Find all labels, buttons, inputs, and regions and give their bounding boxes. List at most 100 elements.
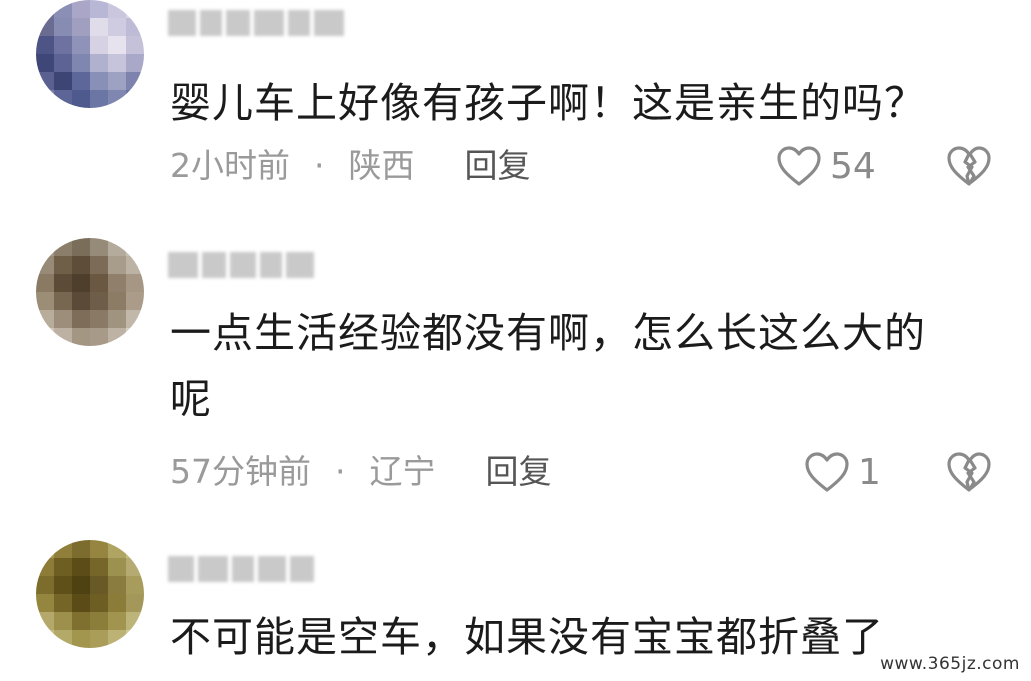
reply-button[interactable]: 回复 [486, 450, 552, 494]
avatar-pixel [36, 90, 54, 108]
avatar[interactable] [36, 0, 144, 108]
avatar-pixel [54, 540, 72, 558]
avatar-pixel [72, 310, 90, 328]
broken-heart-icon[interactable] [946, 451, 992, 493]
avatar-pixel [54, 594, 72, 612]
avatar-pixel [108, 328, 126, 346]
avatar-pixel [54, 310, 72, 328]
avatar-pixel [72, 90, 90, 108]
avatar-pixel [126, 256, 144, 274]
avatar-pixel [72, 540, 90, 558]
avatar-pixel [36, 540, 54, 558]
avatar-pixel [54, 256, 72, 274]
avatar-pixel [72, 612, 90, 630]
avatar-pixel [72, 594, 90, 612]
avatar-pixel [108, 540, 126, 558]
avatar-pixel [126, 328, 144, 346]
reply-button[interactable]: 回复 [465, 144, 531, 188]
avatar-pixel [72, 292, 90, 310]
avatar-pixel [54, 18, 72, 36]
avatar-pixel [108, 256, 126, 274]
avatar-pixel [54, 54, 72, 72]
avatar-pixel [54, 36, 72, 54]
comment-time: 2小时前 [170, 146, 290, 185]
avatar-pixel [54, 576, 72, 594]
avatar-pixel [54, 274, 72, 292]
like-count: 54 [830, 145, 876, 187]
avatar-pixel [72, 36, 90, 54]
avatar-pixel [126, 18, 144, 36]
username-blur-block [202, 252, 226, 278]
avatar-pixel [126, 594, 144, 612]
avatar-pixel [90, 274, 108, 292]
comment-location: 陕西 [348, 146, 415, 185]
avatar-pixel [36, 576, 54, 594]
avatar-pixel [126, 0, 144, 18]
avatar-pixel [54, 558, 72, 576]
avatar-pixel [108, 54, 126, 72]
avatar-pixel [36, 238, 54, 256]
avatar-pixel [54, 292, 72, 310]
avatar-pixel [126, 576, 144, 594]
avatar-pixel [108, 238, 126, 256]
username-blur-block [226, 10, 250, 36]
comment-text: 不可能是空车，如果没有宝宝都折叠了 [170, 613, 884, 661]
avatar-pixel [126, 558, 144, 576]
avatar-pixel [36, 36, 54, 54]
avatar-pixel [36, 328, 54, 346]
comment-meta: 2小时前 · 陕西 回复 [170, 144, 531, 188]
avatar[interactable] [36, 238, 144, 346]
avatar-pixel [126, 630, 144, 648]
comment-text: 一点生活经验都没有啊，怎么长这么大的 呢 [170, 309, 926, 423]
avatar-pixel [90, 594, 108, 612]
heart-icon [805, 452, 849, 492]
avatar-pixel [90, 90, 108, 108]
avatar-pixel [36, 0, 54, 18]
avatar-pixel [54, 90, 72, 108]
avatar-pixel [36, 18, 54, 36]
avatar-pixel [108, 310, 126, 328]
avatar-pixel [90, 18, 108, 36]
avatar-pixel [90, 0, 108, 18]
avatar-pixel [90, 612, 108, 630]
avatar-pixel [108, 612, 126, 630]
avatar-pixel [54, 0, 72, 18]
like-button[interactable]: 54 [776, 144, 876, 188]
avatar-pixel [126, 310, 144, 328]
avatar-pixel [126, 274, 144, 292]
avatar-pixel [108, 274, 126, 292]
avatar-pixel [36, 292, 54, 310]
username-blur-block [168, 10, 196, 36]
avatar-pixel [72, 274, 90, 292]
avatar-pixel [72, 0, 90, 18]
avatar-pixel [90, 310, 108, 328]
avatar-pixel [90, 54, 108, 72]
avatar-pixel [126, 72, 144, 90]
avatar-pixel [72, 256, 90, 274]
watermark: www.365jz.com [877, 653, 1023, 675]
username-blurred[interactable] [168, 556, 314, 582]
username-blur-block [168, 556, 194, 582]
avatar-pixel [90, 576, 108, 594]
broken-heart-icon[interactable] [946, 145, 992, 187]
avatar-pixel [126, 90, 144, 108]
separator-dot: · [314, 146, 325, 185]
avatar-pixel [90, 256, 108, 274]
avatar-pixel [90, 558, 108, 576]
avatar-pixel [36, 310, 54, 328]
username-blur-block [260, 252, 282, 278]
like-button[interactable]: 1 [804, 450, 881, 494]
avatar-pixel [54, 612, 72, 630]
avatar-pixel [108, 292, 126, 310]
comment-text: 婴儿车上好像有孩子啊！这是亲生的吗？ [170, 79, 926, 127]
avatar-pixel [126, 54, 144, 72]
username-blurred[interactable] [168, 10, 344, 36]
avatar-pixel [72, 576, 90, 594]
avatar-pixel [36, 594, 54, 612]
username-blur-block [290, 556, 314, 582]
avatar-pixel [90, 540, 108, 558]
avatar-pixel [72, 18, 90, 36]
avatar[interactable] [36, 540, 144, 648]
username-blurred[interactable] [168, 252, 314, 278]
avatar-pixel [54, 72, 72, 90]
